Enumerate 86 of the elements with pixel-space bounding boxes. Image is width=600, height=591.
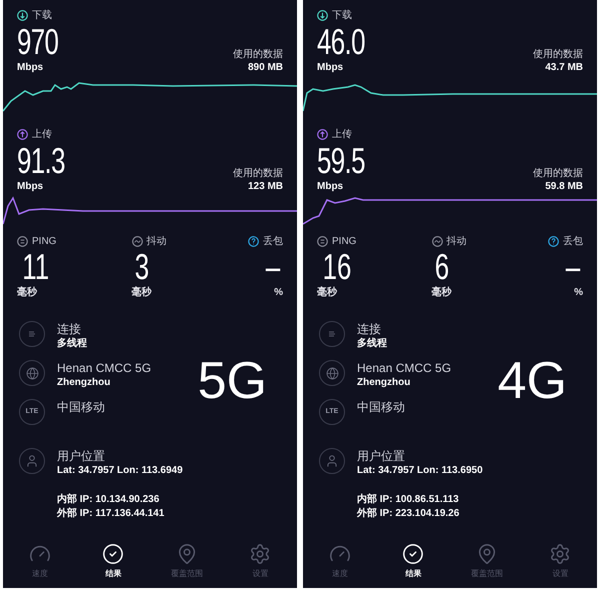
stat-value: 11 <box>22 249 50 285</box>
globe-icon <box>319 360 345 386</box>
metric-label: 上传 <box>332 128 352 142</box>
data-used-label: 使用的数据 <box>233 48 283 61</box>
settings-icon <box>549 543 572 565</box>
nav-tab[interactable]: 结果 <box>76 543 150 580</box>
data-used-label: 使用的数据 <box>533 48 583 61</box>
nav-tab[interactable]: 设置 <box>224 543 297 580</box>
stat-value: 6 <box>434 249 449 285</box>
nav-tab[interactable]: 结果 <box>376 543 450 580</box>
stat-label: PING <box>32 235 56 249</box>
speed-unit: Mbps <box>317 180 344 194</box>
user-icon <box>19 448 45 474</box>
stat-label: 抖动 <box>146 234 167 249</box>
user-icon <box>319 448 345 474</box>
stat-label: 丢包 <box>562 234 583 249</box>
ip-address: 外部 IP: 117.136.44.141 <box>57 507 166 521</box>
speed-value: 46.0 <box>317 23 365 61</box>
stat-value: – <box>566 249 580 285</box>
data-used-value: 43.7 MB <box>545 61 583 75</box>
download-icon <box>17 10 28 21</box>
stat-unit: % <box>274 286 283 300</box>
stat-unit: 毫秒 <box>432 285 452 300</box>
data-used-value: 123 MB <box>248 180 283 194</box>
stat-unit: 毫秒 <box>317 285 337 300</box>
upload-icon <box>317 129 328 140</box>
download-icon <box>317 10 328 21</box>
info-title: 连接 <box>357 321 382 337</box>
nav-tab[interactable]: 速度 <box>303 543 376 580</box>
stat-label: PING <box>332 235 356 249</box>
ping-icon <box>17 236 28 247</box>
stat-unit: 毫秒 <box>132 285 152 300</box>
info-title: 用户位置 <box>57 448 106 464</box>
info-detail: 多线程 <box>57 337 87 351</box>
info-detail: Zhengzhou <box>57 376 112 390</box>
info-detail: 多线程 <box>357 337 387 351</box>
speed-value: 970 <box>17 23 58 61</box>
metric-label: 下载 <box>332 8 352 23</box>
check-circle-icon <box>402 543 424 565</box>
nav-tab[interactable]: 覆盖范围 <box>150 543 224 580</box>
help-icon <box>248 236 259 247</box>
info-title: 连接 <box>57 321 82 337</box>
info-title: Henan CMCC 5G <box>57 360 152 376</box>
nav-tab[interactable]: 覆盖范围 <box>450 543 524 580</box>
help-icon <box>548 236 559 247</box>
nav-tab[interactable]: 设置 <box>524 543 597 580</box>
jitter-icon <box>432 236 443 247</box>
stat-label: 丢包 <box>262 234 283 249</box>
speed-unit: Mbps <box>317 61 344 75</box>
info-title: 中国移动 <box>357 399 405 415</box>
stat-unit: % <box>574 286 583 300</box>
data-used-value: 59.8 MB <box>545 180 583 194</box>
connections-icon <box>19 321 45 347</box>
speed-value: 59.5 <box>317 142 365 180</box>
info-title: 中国移动 <box>57 399 105 415</box>
nav-tab[interactable]: 速度 <box>3 543 76 580</box>
ping-icon <box>317 236 328 247</box>
check-circle-icon <box>102 543 124 565</box>
speed-unit: Mbps <box>17 61 44 75</box>
network-label: 4G <box>498 355 567 407</box>
info-detail: Lat: 34.7957 Lon: 113.6949 <box>57 464 183 478</box>
stat-value: 16 <box>322 249 352 285</box>
metric-label: 上传 <box>32 128 52 142</box>
jitter-icon <box>132 236 143 247</box>
globe-icon <box>19 360 45 386</box>
info-detail: Zhengzhou <box>357 376 412 390</box>
stat-label: 抖动 <box>446 234 467 249</box>
ip-address: 内部 IP: 100.86.51.113 <box>357 493 460 507</box>
info-detail: Lat: 34.7957 Lon: 113.6950 <box>357 464 483 478</box>
data-used-label: 使用的数据 <box>533 167 583 180</box>
settings-icon <box>249 543 272 565</box>
speed-unit: Mbps <box>17 180 44 194</box>
stat-value: – <box>266 249 280 285</box>
connections-icon <box>319 321 345 347</box>
info-title: Henan CMCC 5G <box>357 360 452 376</box>
data-used-value: 890 MB <box>248 61 283 75</box>
stat-value: 3 <box>134 249 149 285</box>
metric-label: 下载 <box>32 8 52 23</box>
stat-unit: 毫秒 <box>17 285 37 300</box>
network-label: 5G <box>198 355 267 407</box>
upload-icon <box>17 129 28 140</box>
data-used-label: 使用的数据 <box>233 167 283 180</box>
ip-address: 外部 IP: 223.104.19.26 <box>357 507 460 521</box>
info-title: 用户位置 <box>357 448 406 464</box>
ip-address: 内部 IP: 10.134.90.236 <box>57 493 160 507</box>
speed-value: 91.3 <box>17 142 65 180</box>
